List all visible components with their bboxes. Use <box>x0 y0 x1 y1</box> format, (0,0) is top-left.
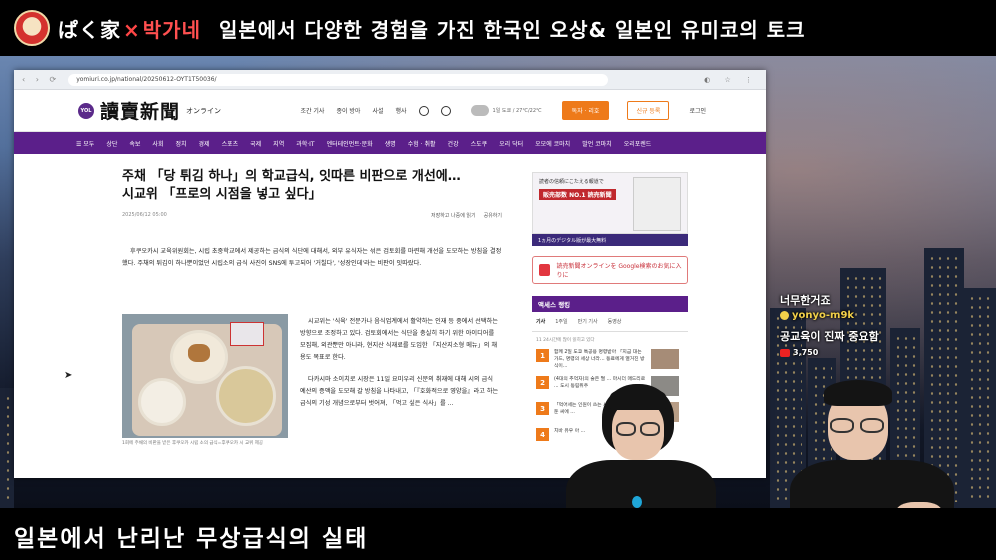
save-link[interactable]: 저장하고 나중에 읽기 <box>431 212 476 219</box>
header-link-event[interactable]: 행사 <box>396 106 407 115</box>
nav-item[interactable]: 건강 <box>448 139 459 148</box>
cloud-icon <box>470 105 489 116</box>
header-links: 조간 기사 종이 방아 사설 행사 1일 도쿄 / 27℃/22℃ 독자 · 리… <box>300 101 706 120</box>
milk-carton <box>230 322 264 346</box>
header-link-paper[interactable]: 종이 방아 <box>336 106 360 115</box>
lunch-photo <box>122 314 288 438</box>
yomiuri-logo[interactable]: YOL 讀賣新聞 オンライン <box>78 97 221 124</box>
nav-item[interactable]: 국제 <box>250 139 261 148</box>
login-link[interactable]: 로그인 <box>689 106 706 115</box>
tab-expired[interactable]: 만기 기사 <box>578 318 598 325</box>
subscribe-button[interactable]: 독자 · 리호 <box>561 101 610 120</box>
header-link-morning[interactable]: 조간 기사 <box>300 106 324 115</box>
url-field[interactable]: yomiuri.co.jp/national/20250612-OYT1T500… <box>68 73 609 86</box>
nav-item[interactable]: 오리 닥터 <box>499 139 523 148</box>
mouse-cursor-icon: ➤ <box>64 370 73 381</box>
chat-message-1: 너무한거죠 <box>780 294 831 307</box>
tab-articles[interactable]: 기사 <box>536 318 545 325</box>
address-bar: ‹ › ⟳ yomiuri.co.jp/national/20250612-OY… <box>14 70 766 90</box>
pendant <box>632 496 642 508</box>
chat-message-2: 공교육이 진짜 중요함 <box>780 330 879 343</box>
rice-bowl <box>138 378 186 426</box>
youtube-icon <box>780 348 790 357</box>
site-header: YOL 讀賣新聞 オンライン 조간 기사 종이 방아 사설 행사 1일 도쿄 /… <box>14 90 766 132</box>
episode-caption: 일본에서 난리난 무상급식의 실태 <box>14 526 369 552</box>
help-icon[interactable] <box>440 105 451 116</box>
chat-username: yonyo-m9k <box>780 310 854 321</box>
rank-item[interactable]: 1 함께 2일 도쿄 특공용 명령받아 「지금 대는 가드, 명령의 세상 너라… <box>536 349 684 370</box>
nav-item[interactable]: 오모에 코마치 <box>535 139 570 148</box>
nav-item[interactable]: 발언 코마치 <box>582 139 612 148</box>
article-lead: 후쿠오카시 교육위원회는, 시립 초중학교에서 제공하는 급식의 식단에 대해서… <box>122 248 502 267</box>
bottom-banner: 일본에서 난리난 무상급식의 실태 <box>0 508 996 560</box>
ranking-title: 액세스 랭킹 <box>532 296 688 312</box>
nav-item[interactable]: 지역 <box>273 139 284 148</box>
ad-banner[interactable]: 読者の信頼にこたえる報道で 販売部数 NO.1 読売新聞 <box>532 172 688 234</box>
nav-item[interactable]: 속보 <box>129 139 140 148</box>
fried-item <box>188 344 210 362</box>
google-icon <box>539 264 551 276</box>
yol-badge: YOL <box>78 102 94 119</box>
top-banner: ぱく家 × 박가네 일본에서 다양한 경험을 가진 한국인 오상& 일본인 유미코의… <box>0 0 996 56</box>
article: 주채 「당 튀김 하나」의 학교급식, 잇따른 비판으로 개선에… 시교위 「프… <box>122 168 502 270</box>
nav-item[interactable]: 정치 <box>175 139 186 148</box>
article-headline: 주채 「당 튀김 하나」의 학교급식, 잇따른 비판으로 개선에… 시교위 「프… <box>122 169 461 202</box>
weather-widget: 1일 도쿄 / 27℃/22℃ <box>470 105 542 116</box>
nav-item[interactable]: 오리포렌드 <box>624 139 652 148</box>
user-badge-icon <box>780 310 789 320</box>
tab-video[interactable]: 동영상 <box>608 318 622 325</box>
nav-item[interactable]: 경제 <box>199 139 210 148</box>
ranking-tabs: 기사 1주일 만기 기사 동영상 <box>532 312 688 332</box>
ranking-note: 11 24시간에 많이 읽히고 있다 <box>536 338 595 343</box>
nav-item[interactable]: 상단 <box>106 139 117 148</box>
rank-thumbnail <box>651 349 679 369</box>
soup-bowl <box>216 366 276 426</box>
nav-item[interactable]: 사회 <box>152 139 163 148</box>
browser-controls-icon[interactable]: ◐ ☆ ⋮ <box>704 76 758 84</box>
nav-arrows-icon[interactable]: ‹ › ⟳ <box>22 75 60 84</box>
ad-strip[interactable]: 1ヵ月のデジタル版が最大無料 <box>532 234 688 246</box>
search-icon[interactable] <box>418 105 429 116</box>
nav-item-all[interactable]: ☰ 모두 <box>76 139 94 148</box>
article-body: 시교위는 '식육' 전문가나 음식업계에서 활약하는 인재 등 중에서 선택하는… <box>300 318 499 407</box>
channel-logo <box>14 10 50 46</box>
logo-text: 讀賣新聞 <box>100 101 181 123</box>
channel-brand: ぱく家 × 박가네 <box>58 17 201 42</box>
register-button[interactable]: 신규 등록 <box>627 101 670 120</box>
nav-item[interactable]: 생명 <box>385 139 396 148</box>
share-link[interactable]: 공유하기 <box>484 212 502 219</box>
nav-item[interactable]: 스포츠 <box>222 139 239 148</box>
google-favorite-box[interactable]: 読売新聞オンラインを Google検索のお気に入りに <box>532 256 688 284</box>
tab-week[interactable]: 1주일 <box>555 318 567 325</box>
article-actions: 저장하고 나중에 읽기 공유하기 <box>431 212 502 219</box>
category-nav: ☰ 모두 상단 속보 사회 정치 경제 스포츠 국제 지역 과학·IT 엔터테인… <box>14 132 766 154</box>
nav-item[interactable]: 과학·IT <box>296 139 314 148</box>
subscriber-count: 3,750 <box>780 348 818 357</box>
photo-caption: 1회에 주채의 비판을 받은 후쿠오카 시립 소의 급식=후쿠오카 시 교위 제… <box>122 441 263 446</box>
video-subtitle: 일본에서 다양한 경험을 가진 한국인 오상& 일본인 유미코의 토크 <box>218 17 806 42</box>
nav-item[interactable]: 엔터테인먼트·문화 <box>327 139 373 148</box>
newspaper-image <box>633 177 681 231</box>
nav-item[interactable]: 수험 · 취활 <box>408 139 436 148</box>
nav-item[interactable]: 스도쿠 <box>471 139 488 148</box>
logo-sub: オンライン <box>186 106 222 115</box>
header-link-editorial[interactable]: 사설 <box>372 106 383 115</box>
